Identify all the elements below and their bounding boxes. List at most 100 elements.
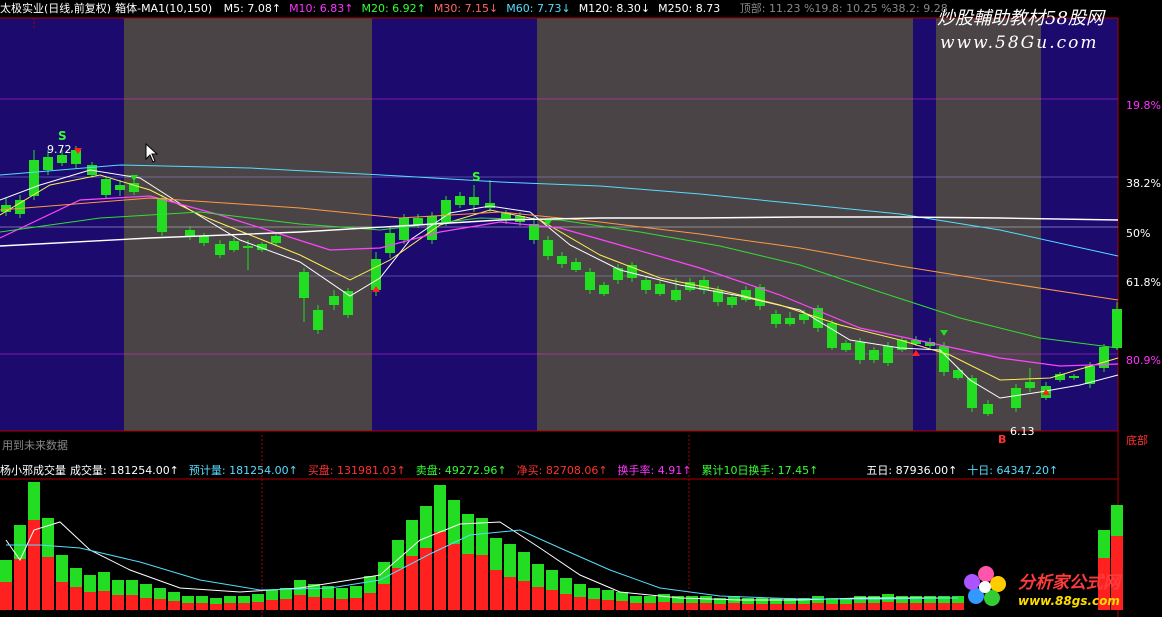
volume-bar-buy — [462, 554, 474, 610]
volume-bar-buy — [126, 595, 138, 610]
volume-bar-sell — [588, 588, 600, 599]
volume-bar-sell — [910, 596, 922, 603]
flower-logo-icon — [964, 566, 1006, 606]
volume-bar-sell — [70, 568, 82, 587]
volume-bar-buy — [42, 557, 54, 610]
volume-bar-sell — [0, 560, 12, 582]
volume-bar-sell — [756, 598, 768, 604]
volume-legend-item: 成交量: 181254.00↑ — [70, 464, 179, 477]
volume-bar-sell — [1111, 505, 1123, 536]
candle-body — [599, 285, 609, 294]
volume-bar-buy — [224, 603, 236, 610]
volume-bar-buy — [728, 603, 740, 610]
volume-bar-sell — [168, 592, 180, 601]
volume-bar-buy — [784, 604, 796, 610]
volume-bar-buy — [406, 556, 418, 610]
candle-body — [229, 241, 239, 250]
volume-bar-sell — [504, 544, 516, 577]
volume-bar-sell — [532, 564, 544, 587]
volume-bar-sell — [742, 598, 754, 604]
candle-body — [43, 157, 53, 170]
watermark-88gs-text: 分析家公式网 — [1018, 573, 1120, 593]
fib-label-61-8: 61.8% — [1126, 276, 1161, 289]
ma-legend-item: M30: 7.15↓ — [433, 2, 499, 15]
volume-bar-sell — [210, 598, 222, 604]
candle-body — [413, 218, 423, 225]
candle-body — [727, 297, 737, 305]
volume-bar-sell — [126, 580, 138, 595]
volume-bar-buy — [532, 587, 544, 610]
candle-body — [455, 196, 465, 205]
stock-chart-window: 太极实业(日线,前复权) 箱体-MA1(10,150) M5: 7.08↑ M10:… — [0, 0, 1162, 617]
volume-bar-buy — [616, 601, 628, 610]
candle-body — [215, 244, 225, 255]
candle-body — [1112, 309, 1122, 348]
stock-name: 太极实业(日线,前复权) — [0, 2, 112, 15]
volume-bar-buy — [910, 603, 922, 610]
fib-label-38-2: 38.2% — [1126, 177, 1161, 190]
volume-bar-buy — [896, 603, 908, 610]
candle-body — [557, 256, 567, 264]
volume-bar-buy — [392, 568, 404, 610]
volume-bar-sell — [112, 580, 124, 595]
volume-legend-item: 五日: 87936.00↑ — [866, 464, 958, 477]
sell-marker-1: S — [58, 129, 67, 143]
volume-bar-buy — [252, 602, 264, 610]
volume-bar-buy — [182, 603, 194, 610]
ma-legend: M5: 7.08↑ M10: 6.83↑ M20: 6.92↑ M30: 7.15↓ M… — [224, 2, 729, 15]
chart-canvas[interactable] — [0, 0, 1162, 617]
fib-label-bottom: 底部 — [1126, 434, 1148, 447]
candle-body — [243, 246, 253, 248]
fib-label-80-9: 80.9% — [1126, 354, 1161, 367]
fib-label-50: 50% — [1126, 227, 1151, 240]
candle-body — [585, 272, 595, 290]
volume-bar-sell — [182, 596, 194, 603]
box-region — [0, 18, 124, 431]
volume-bar-buy — [322, 598, 334, 610]
volume-bar-sell — [490, 538, 502, 570]
volume-bar-sell — [392, 540, 404, 568]
ma-legend-item: M5: 7.08↑ — [223, 2, 282, 15]
volume-bar-sell — [154, 588, 166, 599]
candle-body — [855, 342, 865, 360]
volume-bar-buy — [756, 604, 768, 610]
volume-bar-sell — [252, 594, 264, 602]
volume-bar-sell — [896, 596, 908, 603]
volume-bar-buy — [98, 591, 110, 610]
volume-bar-sell — [644, 596, 656, 603]
low-annotation: 6.13 — [1010, 425, 1035, 438]
volume-bar-sell — [448, 500, 460, 544]
volume-bar-buy — [826, 604, 838, 610]
volume-bar-buy — [168, 601, 180, 610]
fib-label-19-8: 19.8% — [1126, 99, 1161, 112]
volume-bar-buy — [840, 604, 852, 610]
candle-body — [883, 346, 893, 363]
volume-bar-sell — [266, 590, 278, 600]
candle-body — [1011, 388, 1021, 408]
volume-bar-sell — [616, 592, 628, 601]
volume-bar-sell — [602, 590, 614, 600]
candle-body — [1025, 382, 1035, 388]
volume-bar-sell — [518, 552, 530, 581]
volume-bar-buy — [84, 592, 96, 610]
volume-bar-sell — [658, 594, 670, 602]
volume-bar-buy — [574, 597, 586, 610]
ma-legend-item: M20: 6.92↑ — [361, 2, 426, 15]
volume-bar-sell — [364, 576, 376, 593]
volume-bar-buy — [560, 594, 572, 610]
volume-bar-buy — [504, 577, 516, 610]
volume-legend-item: 换手率: 4.91↑ — [617, 464, 692, 477]
volume-bar-buy — [210, 604, 222, 610]
candle-body — [115, 185, 125, 190]
candle-body — [983, 404, 993, 414]
volume-bar-buy — [280, 599, 292, 610]
candle-body — [441, 200, 451, 222]
volume-bar-buy — [882, 602, 894, 610]
volume-header: 杨小邪成交量 成交量: 181254.00↑ 预计量: 181254.00↑ 买盘: … — [0, 462, 1162, 480]
volume-bar-buy — [140, 598, 152, 610]
volume-bar-buy — [490, 570, 502, 610]
volume-bar-sell — [770, 598, 782, 604]
buy-marker: B — [998, 433, 1007, 446]
volume-bar-buy — [112, 595, 124, 610]
watermark-58gu-url: www.58Gu.com — [940, 33, 1099, 53]
